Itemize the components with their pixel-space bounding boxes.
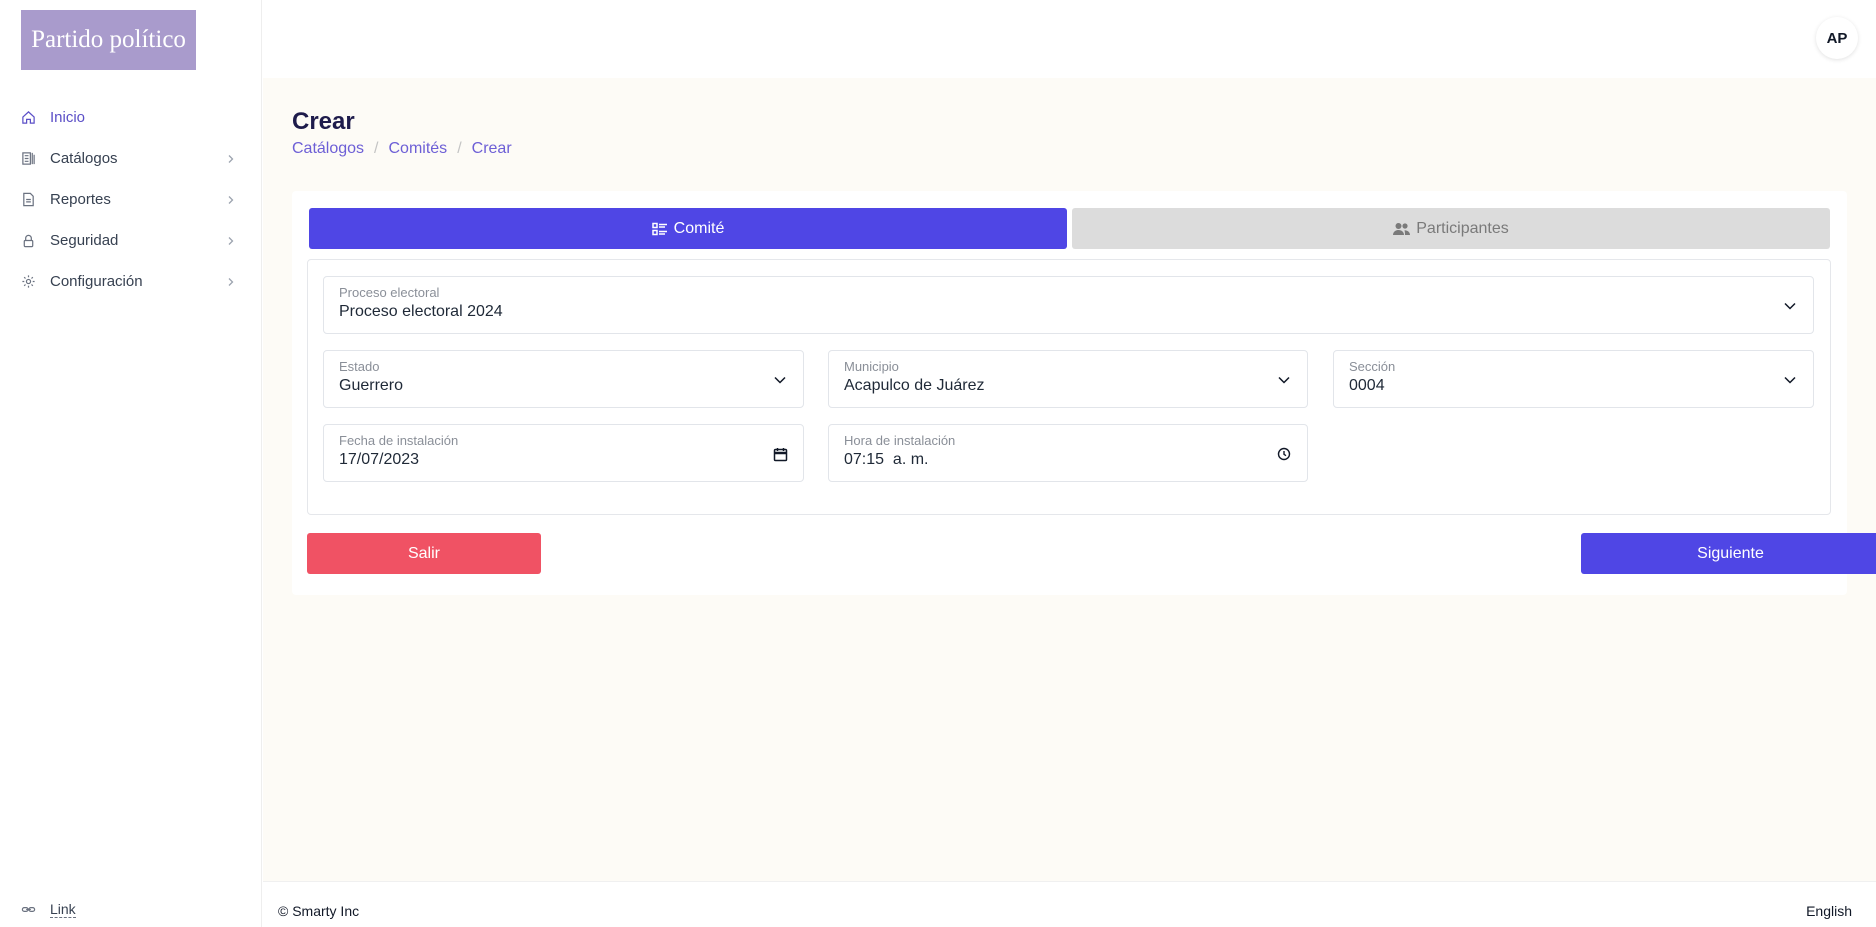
field-value: Acapulco de Juárez <box>844 377 985 394</box>
main-content: Crear Catálogos / Comités / Crear Comité… <box>263 78 1876 881</box>
exit-button[interactable]: Salir <box>307 533 541 574</box>
list-icon <box>651 222 668 236</box>
next-button[interactable]: Siguiente <box>1581 533 1876 574</box>
page-title: Crear <box>292 108 355 135</box>
field-value: Guerrero <box>339 377 404 394</box>
sidebar-item-reportes[interactable]: Reportes <box>0 179 262 220</box>
sidebar: Partido político Inicio Catálogos Report… <box>0 0 262 927</box>
chevron-right-icon <box>226 194 238 206</box>
catalog-icon <box>20 151 36 167</box>
sidebar-item-label: Inicio <box>50 109 86 126</box>
seccion-select[interactable]: Sección 0004 <box>1333 350 1814 408</box>
sidebar-item-catalogos[interactable]: Catálogos <box>0 138 262 179</box>
copyright-text: © Smarty Inc <box>278 903 360 919</box>
sidebar-link[interactable]: Link <box>20 901 76 918</box>
users-icon <box>1393 222 1411 236</box>
sidebar-item-inicio[interactable]: Inicio <box>0 97 262 138</box>
chevron-down-icon <box>1275 371 1293 389</box>
tab-label: Participantes <box>1416 219 1509 237</box>
breadcrumb-separator: / <box>374 140 379 157</box>
calendar-icon[interactable] <box>771 445 789 463</box>
breadcrumb-comites[interactable]: Comités <box>389 140 448 158</box>
footer: © Smarty Inc English <box>263 881 1876 927</box>
sidebar-item-seguridad[interactable]: Seguridad <box>0 220 262 261</box>
sidebar-item-label: Reportes <box>50 191 111 208</box>
gear-icon <box>20 274 36 290</box>
sidebar-item-label: Catálogos <box>50 150 118 167</box>
field-value: 0004 <box>1349 377 1385 394</box>
lock-icon <box>20 233 36 249</box>
tab-label: Comité <box>673 219 725 237</box>
estado-select[interactable]: Estado Guerrero <box>323 350 804 408</box>
breadcrumb: Catálogos / Comités / Crear <box>292 140 512 158</box>
field-label: Municipio <box>844 359 899 374</box>
field-label: Estado <box>339 359 380 374</box>
sidebar-item-label: Configuración <box>50 273 143 290</box>
chevron-right-icon <box>226 276 238 288</box>
comite-form: Proceso electoral Proceso electoral 2024… <box>307 259 1831 515</box>
field-label: Sección <box>1349 359 1396 374</box>
proceso-electoral-select[interactable]: Proceso electoral Proceso electoral 2024 <box>323 276 1814 334</box>
sidebar-nav: Inicio Catálogos Reportes Seguridad Conf… <box>0 97 262 302</box>
clock-icon[interactable] <box>1275 445 1293 463</box>
report-icon <box>20 192 36 208</box>
tab-participantes[interactable]: Participantes <box>1072 208 1830 249</box>
fecha-instalacion-input[interactable]: Fecha de instalación 17/07/2023 <box>323 424 804 482</box>
app-logo[interactable]: Partido político <box>21 10 196 70</box>
breadcrumb-crear: Crear <box>471 140 512 157</box>
chevron-down-icon <box>1781 371 1799 389</box>
link-icon <box>20 902 36 918</box>
tab-comite[interactable]: Comité <box>309 208 1067 249</box>
field-label: Fecha de instalación <box>339 433 459 448</box>
field-value: Proceso electoral 2024 <box>339 303 503 320</box>
home-icon <box>20 110 36 126</box>
breadcrumb-separator: / <box>457 140 462 157</box>
field-value: 17/07/2023 <box>339 451 420 468</box>
chevron-right-icon <box>226 235 238 247</box>
user-avatar[interactable]: AP <box>1816 17 1858 59</box>
sidebar-link-label: Link <box>50 901 76 918</box>
chevron-down-icon <box>1781 297 1799 315</box>
sidebar-item-configuracion[interactable]: Configuración <box>0 261 262 302</box>
municipio-select[interactable]: Municipio Acapulco de Juárez <box>828 350 1308 408</box>
field-label: Hora de instalación <box>844 433 956 448</box>
chevron-down-icon <box>771 371 789 389</box>
step-tabs: Comité Participantes <box>309 208 1830 249</box>
sidebar-item-label: Seguridad <box>50 232 119 249</box>
top-bar: AP <box>263 0 1876 78</box>
form-card: Comité Participantes Proceso electoral P… <box>292 191 1876 595</box>
breadcrumb-catalogos[interactable]: Catálogos <box>292 140 364 158</box>
field-label: Proceso electoral <box>339 285 440 300</box>
field-value: 07:15 a. m. <box>844 451 929 468</box>
hora-instalacion-input[interactable]: Hora de instalación 07:15 a. m. <box>828 424 1308 482</box>
language-selector[interactable]: English <box>1806 903 1852 919</box>
chevron-right-icon <box>226 153 238 165</box>
